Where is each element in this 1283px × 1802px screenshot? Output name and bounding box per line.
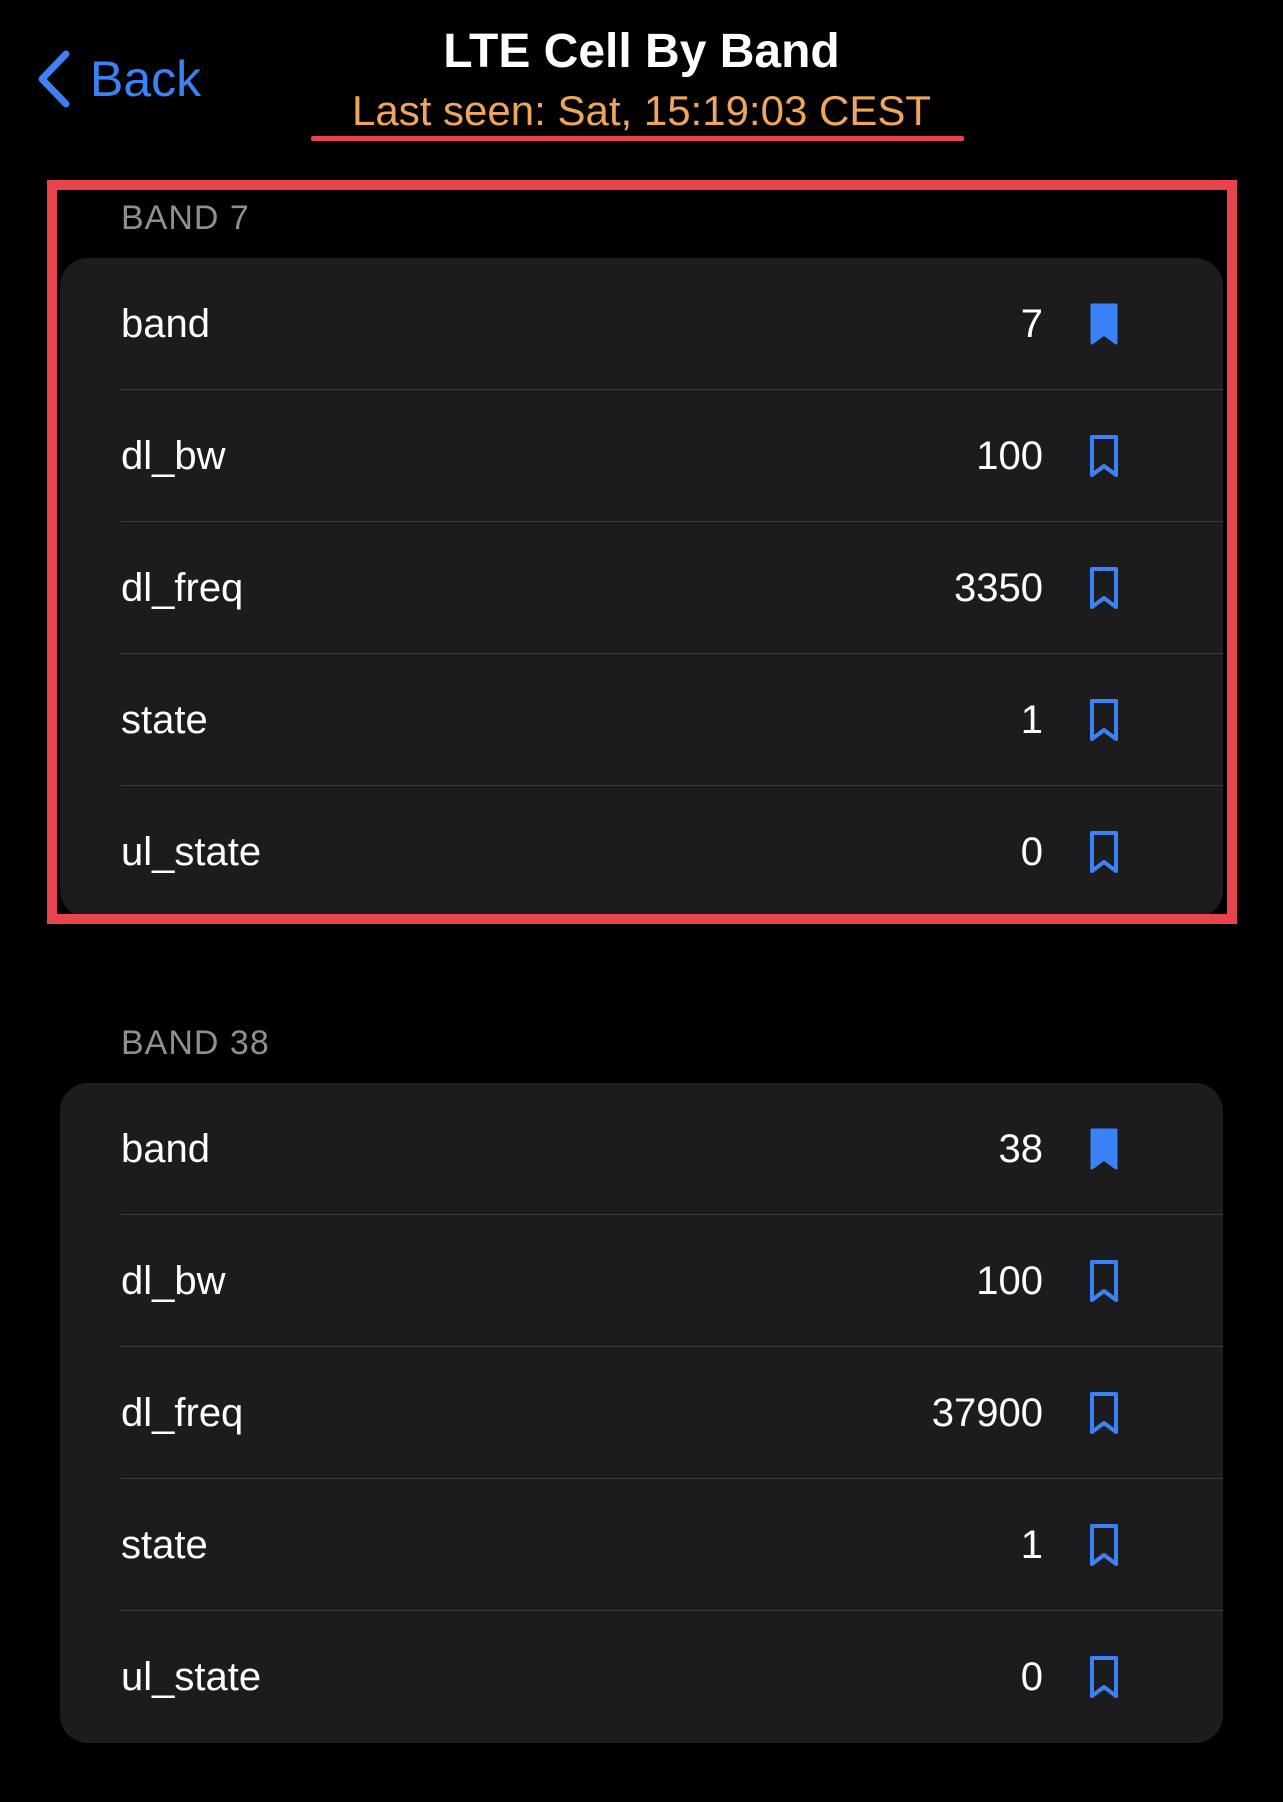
list-item[interactable]: band 7	[60, 258, 1223, 390]
list-item[interactable]: ul_state 0	[60, 1611, 1223, 1743]
row-label: dl_freq	[121, 1391, 244, 1435]
row-value: 3350	[954, 566, 1043, 610]
list-item[interactable]: dl_bw 100	[60, 390, 1223, 522]
band-7-group: band 7 dl_bw 100 dl_freq 3350 state 1 ul…	[60, 258, 1223, 918]
row-label: ul_state	[121, 830, 262, 874]
row-value: 37900	[931, 1391, 1043, 1435]
row-value: 100	[976, 1259, 1043, 1303]
bookmark-outline-icon[interactable]	[1074, 426, 1134, 486]
list-item[interactable]: dl_bw 100	[60, 1215, 1223, 1347]
list-item[interactable]: dl_freq 37900	[60, 1347, 1223, 1479]
bookmark-outline-icon[interactable]	[1074, 1383, 1134, 1443]
row-value: 1	[1020, 1523, 1043, 1567]
bookmark-filled-icon[interactable]	[1074, 294, 1134, 354]
row-value: 38	[998, 1127, 1044, 1171]
section-header-band-7: BAND 7	[121, 199, 250, 237]
section-header-band-38: BAND 38	[121, 1024, 270, 1062]
row-label: band	[121, 302, 210, 346]
row-label: band	[121, 1127, 210, 1171]
list-item[interactable]: ul_state 0	[60, 786, 1223, 918]
row-label: dl_freq	[121, 566, 244, 610]
list-item[interactable]: band 38	[60, 1083, 1223, 1215]
bookmark-outline-icon[interactable]	[1074, 1251, 1134, 1311]
row-value: 0	[1020, 830, 1043, 874]
bookmark-outline-icon[interactable]	[1074, 822, 1134, 882]
subtitle-underline-annotation	[311, 136, 964, 141]
row-label: ul_state	[121, 1655, 262, 1699]
row-value: 0	[1020, 1655, 1043, 1699]
list-item[interactable]: dl_freq 3350	[60, 522, 1223, 654]
bookmark-outline-icon[interactable]	[1074, 690, 1134, 750]
bookmark-outline-icon[interactable]	[1074, 1515, 1134, 1575]
list-item[interactable]: state 1	[60, 1479, 1223, 1611]
bookmark-outline-icon[interactable]	[1074, 558, 1134, 618]
bookmark-outline-icon[interactable]	[1074, 1647, 1134, 1707]
band-38-group: band 38 dl_bw 100 dl_freq 37900 state 1 …	[60, 1083, 1223, 1743]
row-label: state	[121, 698, 208, 742]
list-item[interactable]: state 1	[60, 654, 1223, 786]
row-value: 1	[1020, 698, 1043, 742]
row-label: dl_bw	[121, 1259, 226, 1303]
bookmark-filled-icon[interactable]	[1074, 1119, 1134, 1179]
row-label: state	[121, 1523, 208, 1567]
row-value: 100	[976, 434, 1043, 478]
row-value: 7	[1020, 302, 1043, 346]
row-label: dl_bw	[121, 434, 226, 478]
page-title: LTE Cell By Band	[443, 25, 840, 78]
last-seen-subtitle: Last seen: Sat, 15:19:03 CEST	[351, 87, 932, 134]
